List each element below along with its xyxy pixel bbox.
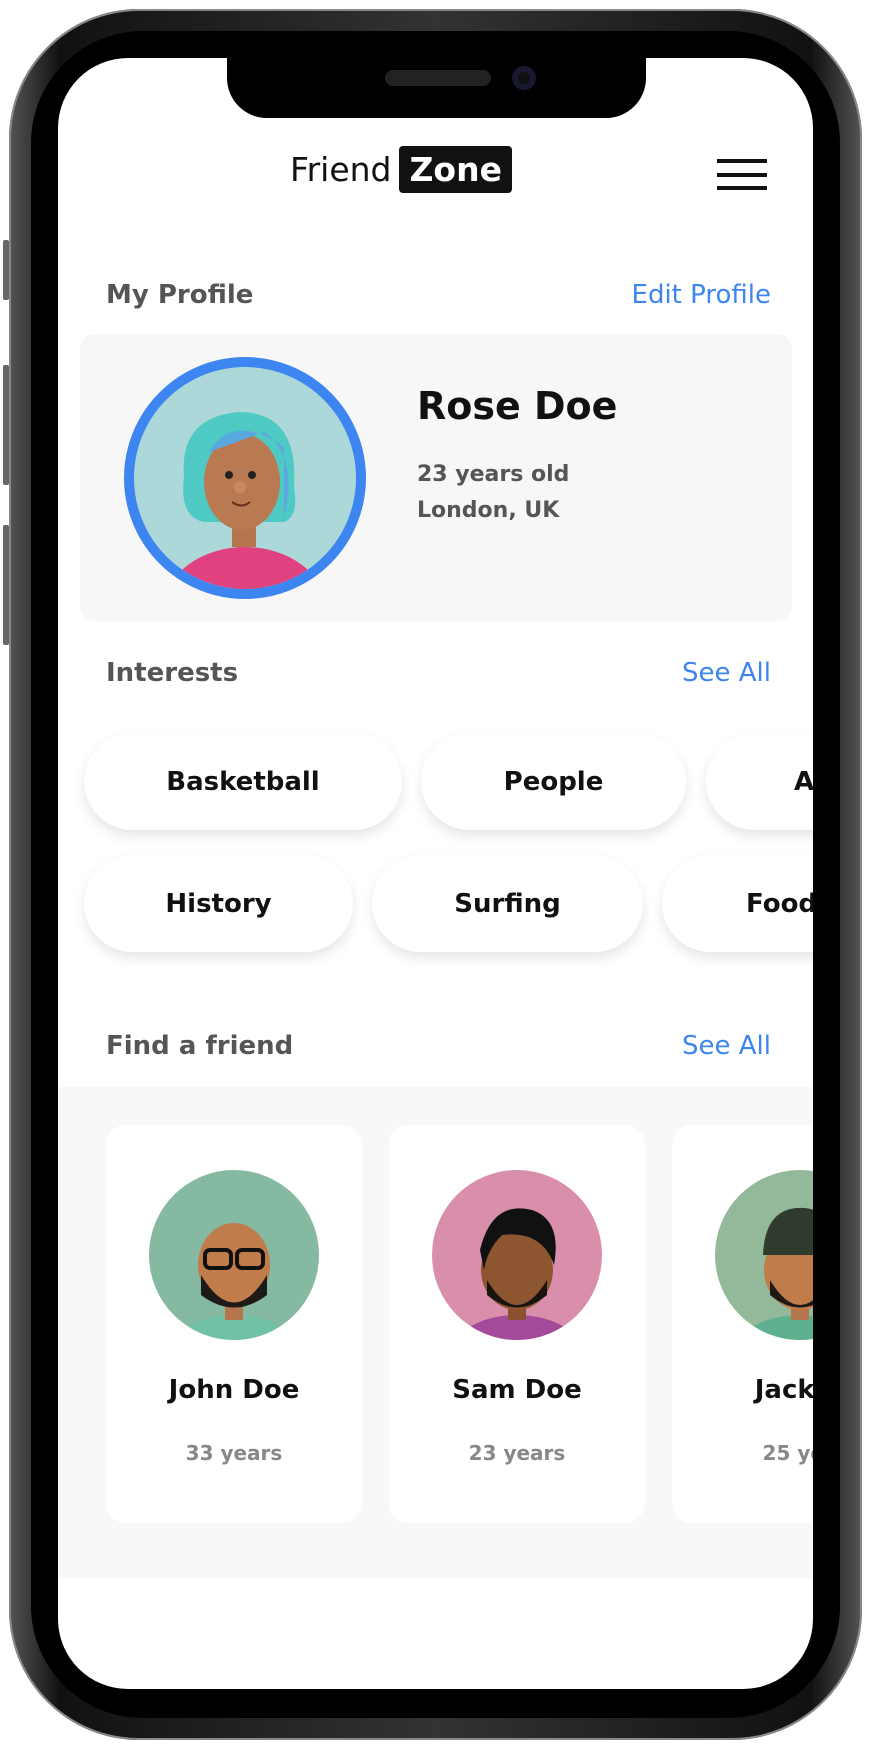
interest-chip[interactable]: History <box>84 855 353 952</box>
friend-avatar <box>432 1170 602 1340</box>
interests-title: Interests <box>106 658 239 688</box>
profile-age: 23 years old <box>417 462 570 487</box>
hamburger-icon[interactable] <box>717 159 767 190</box>
friend-name: Sam Doe <box>452 1375 582 1405</box>
friend-name: John Doe <box>168 1375 300 1405</box>
chip-label: People <box>503 766 604 797</box>
speaker <box>385 70 491 86</box>
friend-card[interactable]: Sam Doe 23 years <box>389 1125 645 1523</box>
friends-see-all-link[interactable]: See All <box>682 1031 771 1061</box>
friend-age: 23 years <box>468 1441 566 1465</box>
mute-switch <box>3 240 9 300</box>
friend-name: Jack D <box>754 1375 813 1405</box>
volume-up-button <box>3 365 9 485</box>
notch <box>227 58 646 118</box>
friend-age: 25 yea <box>762 1441 813 1465</box>
interest-chip[interactable]: Food <box>662 855 813 952</box>
friend-age: 33 years <box>185 1441 283 1465</box>
logo-friend: Friend <box>290 150 392 189</box>
app-screen: Friend Zone My Profile Edit Profile Rose… <box>58 58 813 1689</box>
profile-card: Rose Doe 23 years old London, UK <box>80 334 792 621</box>
chip-label: A <box>794 766 813 797</box>
my-profile-title: My Profile <box>106 280 254 310</box>
profile-name: Rose Doe <box>417 384 618 428</box>
friend-card[interactable]: John Doe 33 years <box>106 1125 362 1523</box>
chip-label: Food <box>746 888 813 919</box>
logo-zone: Zone <box>399 146 512 193</box>
interest-chip[interactable]: Surfing <box>372 855 643 952</box>
find-friend-title: Find a friend <box>106 1031 294 1061</box>
camera <box>512 66 536 90</box>
interests-see-all-link[interactable]: See All <box>682 658 771 688</box>
chip-label: Surfing <box>454 888 561 919</box>
interest-chip[interactable]: Basketball <box>84 733 402 830</box>
friend-card[interactable]: Jack D 25 yea <box>672 1125 813 1523</box>
interest-chip[interactable]: A <box>706 733 813 830</box>
volume-down-button <box>3 525 9 645</box>
app-logo[interactable]: Friend Zone <box>290 146 512 193</box>
friend-avatar <box>149 1170 319 1340</box>
profile-avatar[interactable] <box>124 357 366 599</box>
edit-profile-link[interactable]: Edit Profile <box>632 280 771 310</box>
chip-label: History <box>165 888 272 919</box>
friends-carousel[interactable]: John Doe 33 years Sam Doe 23 years Jack … <box>58 1087 813 1578</box>
chip-label: Basketball <box>166 766 320 797</box>
interest-chip[interactable]: People <box>421 733 686 830</box>
profile-location: London, UK <box>417 498 560 523</box>
friend-avatar <box>715 1170 813 1340</box>
